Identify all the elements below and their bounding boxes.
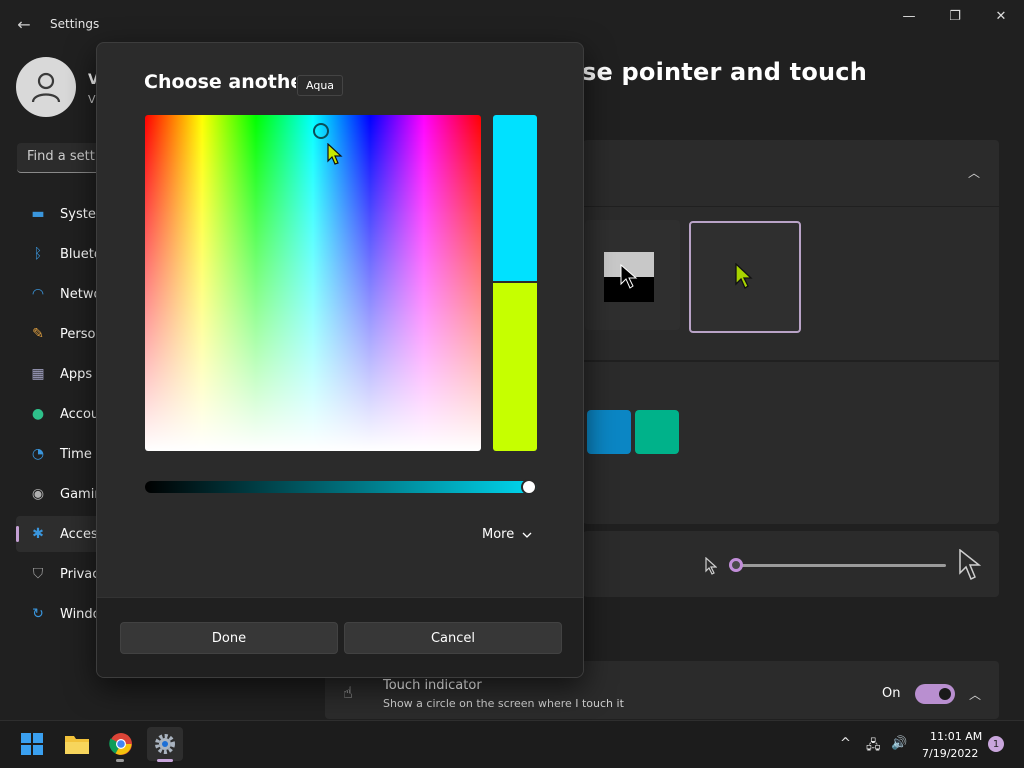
done-label: Done [211,630,247,646]
chevron-down-icon [522,532,532,538]
settings-icon [155,734,175,754]
toggle-knob [939,688,951,700]
user-email: V [88,93,96,106]
pointer-size-slider[interactable] [733,564,946,567]
monitor-icon: ▬ [31,206,45,222]
update-icon: ↻ [32,606,44,622]
cancel-label: Cancel [430,630,476,646]
network-icon[interactable]: 🖧 [866,736,881,758]
cursor-arrow-icon [620,264,638,289]
pointer-size-thumb[interactable] [729,558,743,572]
new-color-preview [493,115,537,281]
color-spectrum[interactable] [145,115,481,451]
dialog-title: Choose another c [144,71,296,93]
pointer-style-card[interactable]: ︿ [583,140,999,206]
minimize-icon: — [902,8,916,24]
pointer-style-custom[interactable] [689,221,801,333]
touch-icon: ☝ [343,683,353,702]
chevron-up-icon[interactable]: ︿ [969,686,981,703]
close-button[interactable]: ✕ [978,6,1024,26]
clock-date[interactable]: 7/19/2022 [922,747,978,760]
clock-time[interactable]: 11:01 AM [930,730,982,743]
color-picker-dialog: Choose another c Aqua More Done Cancel [96,42,584,678]
notification-badge[interactable]: 1 [988,736,1004,752]
chevron-up-icon[interactable]: ^ [840,736,851,751]
file-explorer-button[interactable] [59,727,95,761]
inverted-cursor-preview [604,252,654,302]
done-button[interactable]: Done [120,622,338,654]
sidebar-item-label: Perso [60,326,96,342]
pointer-style-inverted[interactable] [585,220,680,330]
color-name-tooltip: Aqua [297,75,344,96]
shield-icon: ⛉ [32,566,44,582]
search-placeholder: Find a setti [27,149,99,164]
maximize-button[interactable]: ❐ [932,6,978,26]
brush-icon: ✎ [32,326,44,342]
avatar[interactable] [16,57,76,117]
recommended-colors-card [583,362,999,524]
touch-indicator-title: Touch indicator [383,678,482,693]
app-title: Settings [50,17,100,31]
color-swatch-teal[interactable] [635,410,679,454]
chrome-running-indicator [116,759,124,762]
cancel-button[interactable]: Cancel [344,622,562,654]
arrow-left-icon: ← [17,14,31,34]
custom-cursor-icon [735,263,753,289]
chrome-button[interactable] [103,727,139,761]
title-bar: ← Settings — ❐ ✕ [0,0,1024,48]
spectrum-picker-handle[interactable] [313,123,329,139]
bluetooth-icon: ᛒ [33,246,43,262]
volume-icon[interactable]: 🔊 [891,736,907,751]
back-button[interactable]: ← [12,12,36,36]
sidebar-item-label: Privac [60,566,100,582]
pointer-style-options [583,207,999,360]
small-cursor-icon [705,557,717,575]
more-button[interactable]: More [482,527,532,542]
accessibility-icon: ✱ [32,526,44,542]
start-button[interactable] [14,727,50,761]
brightness-slider-thumb[interactable] [521,479,538,495]
person-icon [31,72,61,103]
restore-icon: ❐ [949,8,961,24]
gamepad-icon: ◉ [31,486,45,502]
account-icon: ● [31,406,45,422]
sidebar-item-label: Accou [60,406,100,422]
page-title: se pointer and touch [582,58,868,86]
more-label: More [482,527,515,542]
minimize-button[interactable]: — [886,6,932,26]
color-swatch-blue[interactable] [587,410,631,454]
chevron-up-icon[interactable]: ︿ [968,164,980,181]
pointer-size-card [583,531,999,597]
chrome-icon [109,733,132,755]
mouse-cursor-icon [327,143,343,165]
windows-start-icon [21,733,43,755]
touch-indicator-description: Show a circle on the screen where I touc… [383,697,624,710]
sidebar-item-label: Apps [60,366,93,382]
current-color-preview [493,283,537,451]
apps-icon: ▦ [31,366,45,382]
settings-taskbar-button[interactable] [147,727,183,761]
clock-icon: ◔ [31,446,45,462]
settings-active-indicator [157,759,173,762]
toggle-state-label: On [882,686,901,701]
sidebar-item-label: Windo [60,606,101,622]
large-cursor-icon [959,549,981,581]
sidebar-item-label: Time [60,446,92,462]
wifi-icon: ◠ [31,286,45,302]
touch-indicator-toggle[interactable] [915,684,955,704]
file-explorer-icon [65,736,89,754]
sidebar-item-label: Acces [60,526,98,542]
brightness-slider[interactable] [145,481,537,493]
close-icon: ✕ [995,8,1007,24]
